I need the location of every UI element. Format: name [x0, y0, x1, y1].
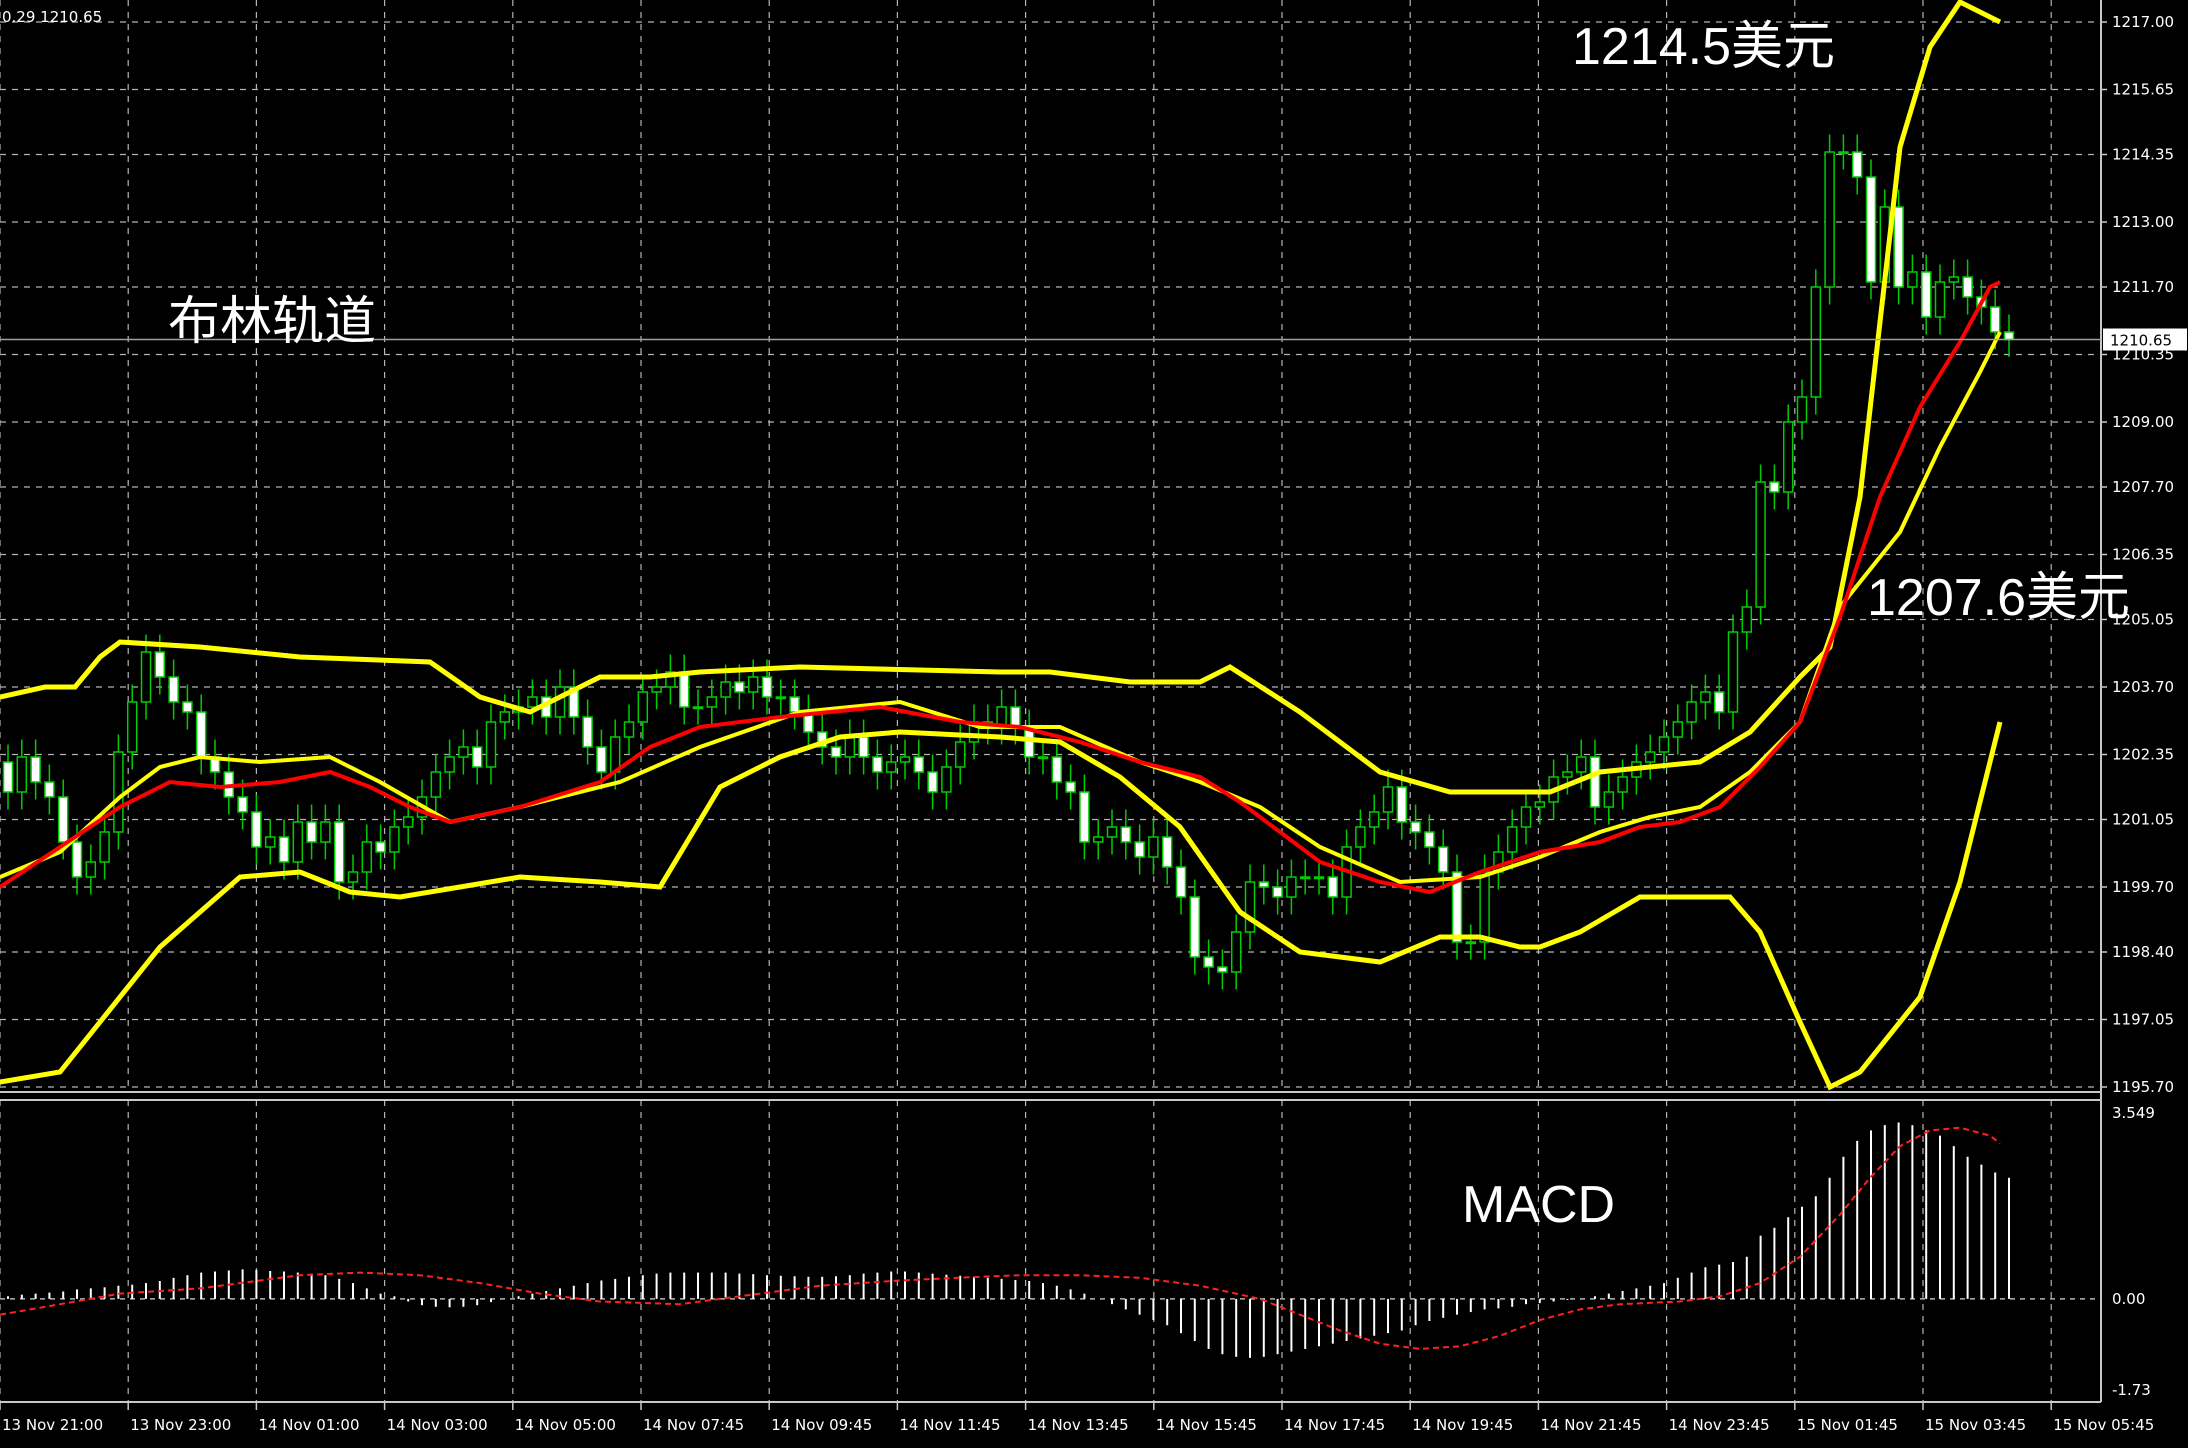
macd-tick-label: -1.73 [2112, 1381, 2151, 1399]
upper-target-annotation: 1214.5美元 [1572, 18, 1835, 76]
time-tick-label: 14 Nov 01:00 [258, 1416, 359, 1434]
time-tick-label: 15 Nov 01:45 [1797, 1416, 1898, 1434]
chart-canvas: 1217.00 1215.65 1214.35 1213.00 1211.70 1210.… [0, 0, 2188, 1448]
time-tick-label: 14 Nov 07:45 [643, 1416, 744, 1434]
candle [1727, 614, 1739, 730]
time-tick-label: 14 Nov 19:45 [1412, 1416, 1513, 1434]
time-tick-label: 14 Nov 11:45 [899, 1416, 1000, 1434]
price-tick-label: 1195.70 [2112, 1078, 2174, 1096]
price-tick-label: 1203.70 [2112, 678, 2174, 696]
price-tick-label: 1197.05 [2112, 1011, 2174, 1029]
time-tick-label: 14 Nov 23:45 [1669, 1416, 1770, 1434]
time-tick-label: 14 Nov 15:45 [1156, 1416, 1257, 1434]
bollinger-annotation: 布林轨道 [168, 293, 376, 351]
price-tick-label: 1209.00 [2112, 413, 2174, 431]
candle [1865, 159, 1877, 300]
price-tick-label: 1198.40 [2112, 943, 2174, 961]
time-tick-label: 14 Nov 13:45 [1028, 1416, 1129, 1434]
price-tick-label: 1206.35 [2112, 546, 2174, 564]
price-tick-label: 1214.35 [2112, 146, 2174, 164]
info-line: 0.29 1210.65 [2, 8, 102, 26]
macd-annotation: MACD [1462, 1176, 1615, 1234]
time-tick-label: 14 Nov 21:45 [1540, 1416, 1641, 1434]
macd-tick-label: 3.549 [2112, 1104, 2155, 1122]
price-tick-label: 1202.35 [2112, 746, 2174, 764]
time-tick-label: 13 Nov 21:00 [2, 1416, 103, 1434]
price-tick-label: 1207.70 [2112, 478, 2174, 496]
time-tick-label: 14 Nov 05:00 [515, 1416, 616, 1434]
current-price-tag: 1210.65 [2103, 328, 2187, 351]
time-tick-label: 14 Nov 03:00 [387, 1416, 488, 1434]
candle [1824, 134, 1835, 305]
price-tick-label: 1199.70 [2112, 878, 2174, 896]
time-tick-label: 14 Nov 09:45 [771, 1416, 872, 1434]
price-tick-label: 1217.00 [2112, 13, 2174, 31]
price-tick-label: 1213.00 [2112, 213, 2174, 231]
current-price-value: 1210.65 [2110, 332, 2172, 350]
price-tick-label: 1215.65 [2112, 81, 2174, 99]
time-tick-label: 15 Nov 03:45 [1925, 1416, 2026, 1434]
time-tick-label: 13 Nov 23:00 [130, 1416, 231, 1434]
candle [113, 734, 124, 850]
candle [1755, 464, 1766, 625]
lower-target-annotation: 1207.6美元 [1867, 569, 2130, 627]
price-tick-label: 1211.70 [2112, 278, 2174, 296]
time-tick-label: 14 Nov 17:45 [1284, 1416, 1385, 1434]
time-tick-label: 15 Nov 05:45 [2053, 1416, 2154, 1434]
price-tick-label: 1201.05 [2112, 811, 2174, 829]
candle [1810, 269, 1822, 415]
macd-tick-label: 0.00 [2112, 1290, 2145, 1308]
